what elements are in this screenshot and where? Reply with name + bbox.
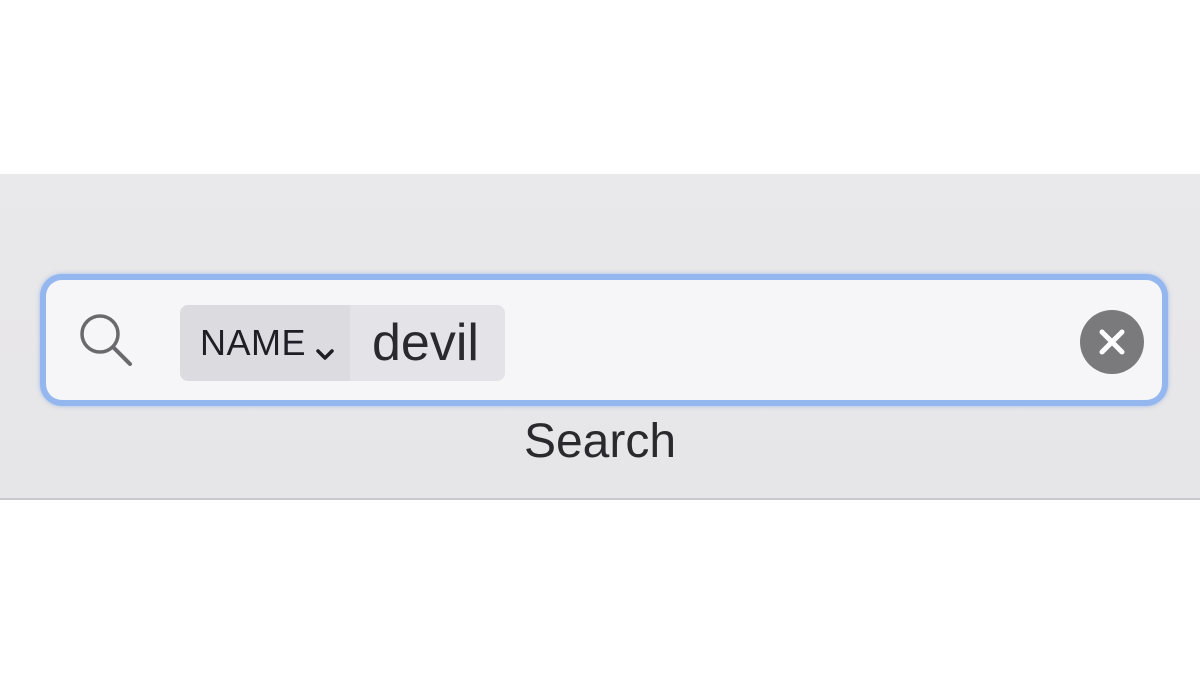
clear-button[interactable] (1080, 310, 1144, 374)
toolbar: NAME devil Search (0, 174, 1200, 500)
token-field-dropdown[interactable]: NAME (180, 305, 351, 381)
search-icon (76, 310, 136, 370)
search-caption: Search (523, 415, 677, 468)
close-icon (1099, 329, 1125, 355)
chevron-down-icon (314, 332, 336, 360)
token-value-text: devil (372, 314, 479, 372)
search-token[interactable]: NAME devil (180, 305, 505, 381)
token-value: devil (350, 305, 505, 381)
search-field[interactable]: NAME devil (46, 280, 1162, 400)
search-field-focus-ring: NAME devil (40, 274, 1168, 406)
token-field-label: NAME (200, 322, 307, 363)
